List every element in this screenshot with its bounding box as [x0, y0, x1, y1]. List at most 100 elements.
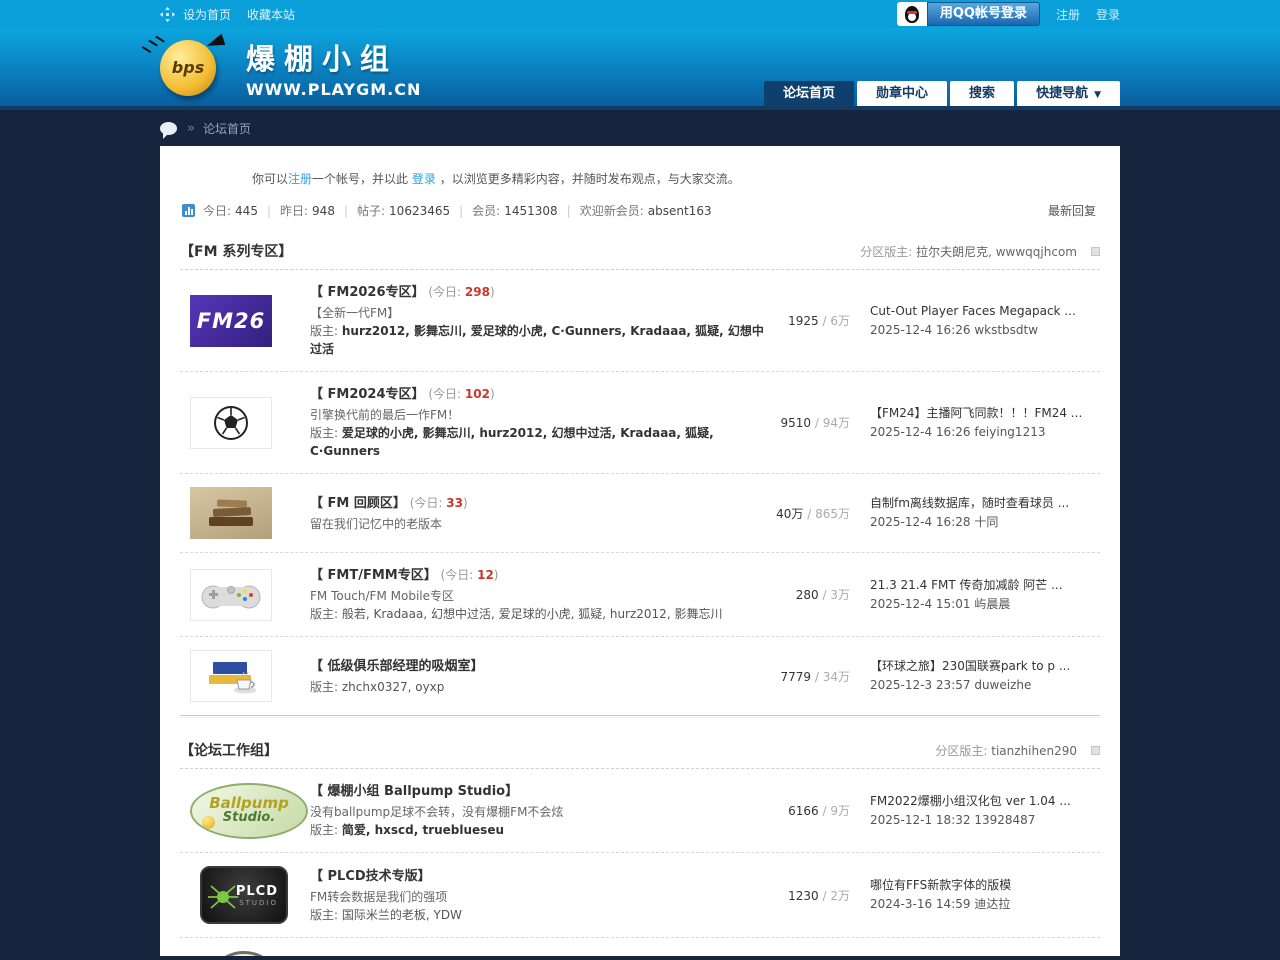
- set-home-link[interactable]: 设为首页: [183, 6, 231, 23]
- stat-today-label: 今日:: [203, 202, 231, 219]
- last-post-user[interactable]: feiying1213: [974, 425, 1045, 439]
- forum-description: 没有ballpump足球不会转，没有爆棚FM不会炫: [310, 803, 770, 821]
- category-title[interactable]: 【论坛工作组】: [180, 740, 278, 760]
- forum-row-fm2026: FM26 【 FM2026专区】 (今日: 298) 【全新一代FM】 版主: …: [180, 270, 1100, 372]
- bps-ball-icon: bps: [160, 40, 216, 96]
- moderator-links[interactable]: zhchx0327, oyxp: [342, 680, 445, 694]
- moderators-label: 版主:: [310, 607, 342, 621]
- category-fm-series: 【FM 系列专区】 分区版主: 拉尔夫朗尼克, wwwqqjhcom FM26 …: [180, 231, 1100, 715]
- books-coffee-icon[interactable]: [190, 650, 272, 702]
- forum-description: 引擎换代前的最后一作FM！: [310, 406, 770, 424]
- round-logo-partial[interactable]: [205, 951, 283, 956]
- bar-chart-icon: [182, 204, 195, 217]
- ballpump-studio-logo[interactable]: Ballpump Studio.: [190, 783, 308, 839]
- last-post-date: 2025-12-1 18:32: [870, 813, 971, 827]
- forum-counts: 40万 / 865万: [770, 505, 850, 522]
- forum-row-partial: [180, 938, 1100, 956]
- tab-forum-home[interactable]: 论坛首页: [764, 81, 854, 106]
- moderator-links[interactable]: hurz2012, 影舞忘川, 爱足球的小虎, C·Gunners, Krada…: [310, 324, 764, 356]
- plcd-studio-logo[interactable]: PLCDSTUDIO: [200, 866, 288, 924]
- forum-counts: 1230 / 2万: [770, 887, 850, 904]
- last-post-user[interactable]: 屿晨晨: [974, 597, 1010, 611]
- tab-search[interactable]: 搜索: [950, 81, 1014, 106]
- site-logo[interactable]: bps 爆棚小组 WWW.PLAYGM.CN: [160, 36, 421, 99]
- register-link[interactable]: 注册: [1056, 6, 1080, 23]
- breadcrumb-forum-home[interactable]: 论坛首页: [203, 120, 251, 137]
- breadcrumb-separator: »: [187, 121, 195, 136]
- forum-title[interactable]: 【 低级俱乐部经理的吸烟室】: [310, 659, 484, 674]
- site-name: 爆棚小组: [246, 36, 421, 78]
- forum-description: FM转会数据是我们的强项: [310, 888, 770, 906]
- moderators-label: 版主:: [310, 908, 342, 922]
- last-post-title[interactable]: Cut-Out Player Faces Megapack ...: [870, 302, 1100, 321]
- today-count: 298: [465, 285, 490, 299]
- notice-login-link[interactable]: 登录: [412, 172, 436, 186]
- collapse-toggle[interactable]: [1091, 247, 1100, 256]
- forum-counts: 9510 / 94万: [770, 414, 850, 431]
- compass-arrows-icon: [160, 7, 175, 22]
- last-post-title[interactable]: 哪位有FFS新款字体的版模: [870, 876, 1100, 895]
- notice-register-link[interactable]: 注册: [288, 172, 312, 186]
- last-post-user[interactable]: duweizhe: [974, 678, 1031, 692]
- stat-members-value: 1451308: [504, 204, 557, 218]
- zone-mod-label: 分区版主:: [860, 245, 916, 259]
- game-controller-icon[interactable]: [190, 569, 272, 621]
- moderator-links[interactable]: 般若, Kradaaa, 幻想中过活, 爱足球的小虎, 狐疑, hurz2012…: [342, 607, 723, 621]
- moderator-links[interactable]: 爱足球的小虎, 影舞忘川, hurz2012, 幻想中过活, Kradaaa, …: [310, 426, 714, 458]
- today-count: 12: [477, 568, 494, 582]
- forum-title[interactable]: 【 PLCD技术专版】: [310, 869, 431, 884]
- qq-login-button[interactable]: 用QQ帐号登录: [927, 2, 1040, 26]
- forum-title[interactable]: 【 FMT/FMM专区】: [310, 568, 437, 583]
- forum-counts: 6166 / 9万: [770, 802, 850, 819]
- newest-member-link[interactable]: absent163: [648, 204, 712, 218]
- bookmark-link[interactable]: 收藏本站: [247, 6, 295, 23]
- moderators-label: 版主:: [310, 823, 342, 837]
- collapse-toggle[interactable]: [1091, 746, 1100, 755]
- qq-penguin-icon: [897, 2, 927, 26]
- last-post-title[interactable]: 21.3 21.4 FMT 传奇加减龄 阿芒 ...: [870, 576, 1100, 595]
- last-post-user[interactable]: 迪达拉: [974, 897, 1010, 911]
- zone-moderators[interactable]: tianzhihen290: [991, 744, 1077, 758]
- forum-title[interactable]: 【 爆棚小组 Ballpump Studio】: [310, 784, 518, 799]
- moderators-label: 版主:: [310, 324, 342, 338]
- latest-reply-toggle[interactable]: 最新回复: [1048, 202, 1096, 219]
- forum-counts: 280 / 3万: [770, 586, 850, 603]
- last-post-title[interactable]: 【FM24】主播阿飞同款！！！FM24 ...: [870, 404, 1100, 423]
- last-post-title[interactable]: FM2022爆棚小组汉化包 ver 1.04 ...: [870, 792, 1100, 811]
- stat-posts-value: 10623465: [389, 204, 450, 218]
- category-title[interactable]: 【FM 系列专区】: [180, 241, 292, 261]
- last-post-user[interactable]: 13928487: [974, 813, 1035, 827]
- moderators-label: 版主:: [310, 426, 342, 440]
- forum-description: FM Touch/FM Mobile专区: [310, 587, 770, 605]
- last-post-title[interactable]: 【环球之旅】230国联赛park to p ...: [870, 657, 1100, 676]
- zone-moderators[interactable]: 拉尔夫朗尼克, wwwqqjhcom: [916, 245, 1077, 259]
- main-nav: 论坛首页 勋章中心 搜索 快捷导航▼: [764, 81, 1120, 106]
- stat-welcome-label: 欢迎新会员:: [580, 202, 644, 219]
- moderator-links[interactable]: 国际米兰的老板, YDW: [342, 908, 462, 922]
- stat-posts-label: 帖子:: [357, 202, 385, 219]
- last-post-date: 2025-12-4 15:01: [870, 597, 971, 611]
- old-books-icon[interactable]: [190, 487, 272, 539]
- guest-notice: 你可以注册一个帐号，并以此 登录 ，以浏览更多精彩内容，并随时发布观点，与大家交…: [160, 146, 1120, 187]
- stat-members-label: 会员:: [472, 202, 500, 219]
- last-post-date: 2025-12-4 16:28: [870, 515, 971, 529]
- fm26-logo-icon[interactable]: FM26: [190, 295, 272, 347]
- forum-stats-bar: 今日:445 | 昨日:948 | 帖子:10623465 | 会员:14513…: [182, 202, 1096, 219]
- last-post-date: 2025-12-4 16:26: [870, 323, 971, 337]
- last-post-user[interactable]: 十同: [974, 515, 998, 529]
- moderator-links[interactable]: 简爱, hxscd, trueblueseu: [342, 823, 504, 837]
- last-post-user[interactable]: wkstbsdtw: [974, 323, 1038, 337]
- forum-title[interactable]: 【 FM2026专区】: [310, 285, 425, 300]
- category-workgroup: 【论坛工作组】 分区版主: tianzhihen290 Ballpump Stu…: [180, 730, 1100, 956]
- moderators-label: 版主:: [310, 680, 342, 694]
- tab-quick-nav[interactable]: 快捷导航▼: [1017, 81, 1120, 106]
- login-link[interactable]: 登录: [1096, 6, 1120, 23]
- forum-description: 留在我们记忆中的老版本: [310, 515, 770, 533]
- tab-medal-center[interactable]: 勋章中心: [857, 81, 947, 106]
- forum-title[interactable]: 【 FM 回顾区】: [310, 496, 406, 511]
- soccer-ball-icon[interactable]: [190, 397, 272, 449]
- forum-title[interactable]: 【 FM2024专区】: [310, 387, 425, 402]
- stat-today-value: 445: [235, 204, 258, 218]
- site-url: WWW.PLAYGM.CN: [246, 80, 421, 99]
- last-post-title[interactable]: 自制fm离线数据库，随时查看球员 ...: [870, 494, 1100, 513]
